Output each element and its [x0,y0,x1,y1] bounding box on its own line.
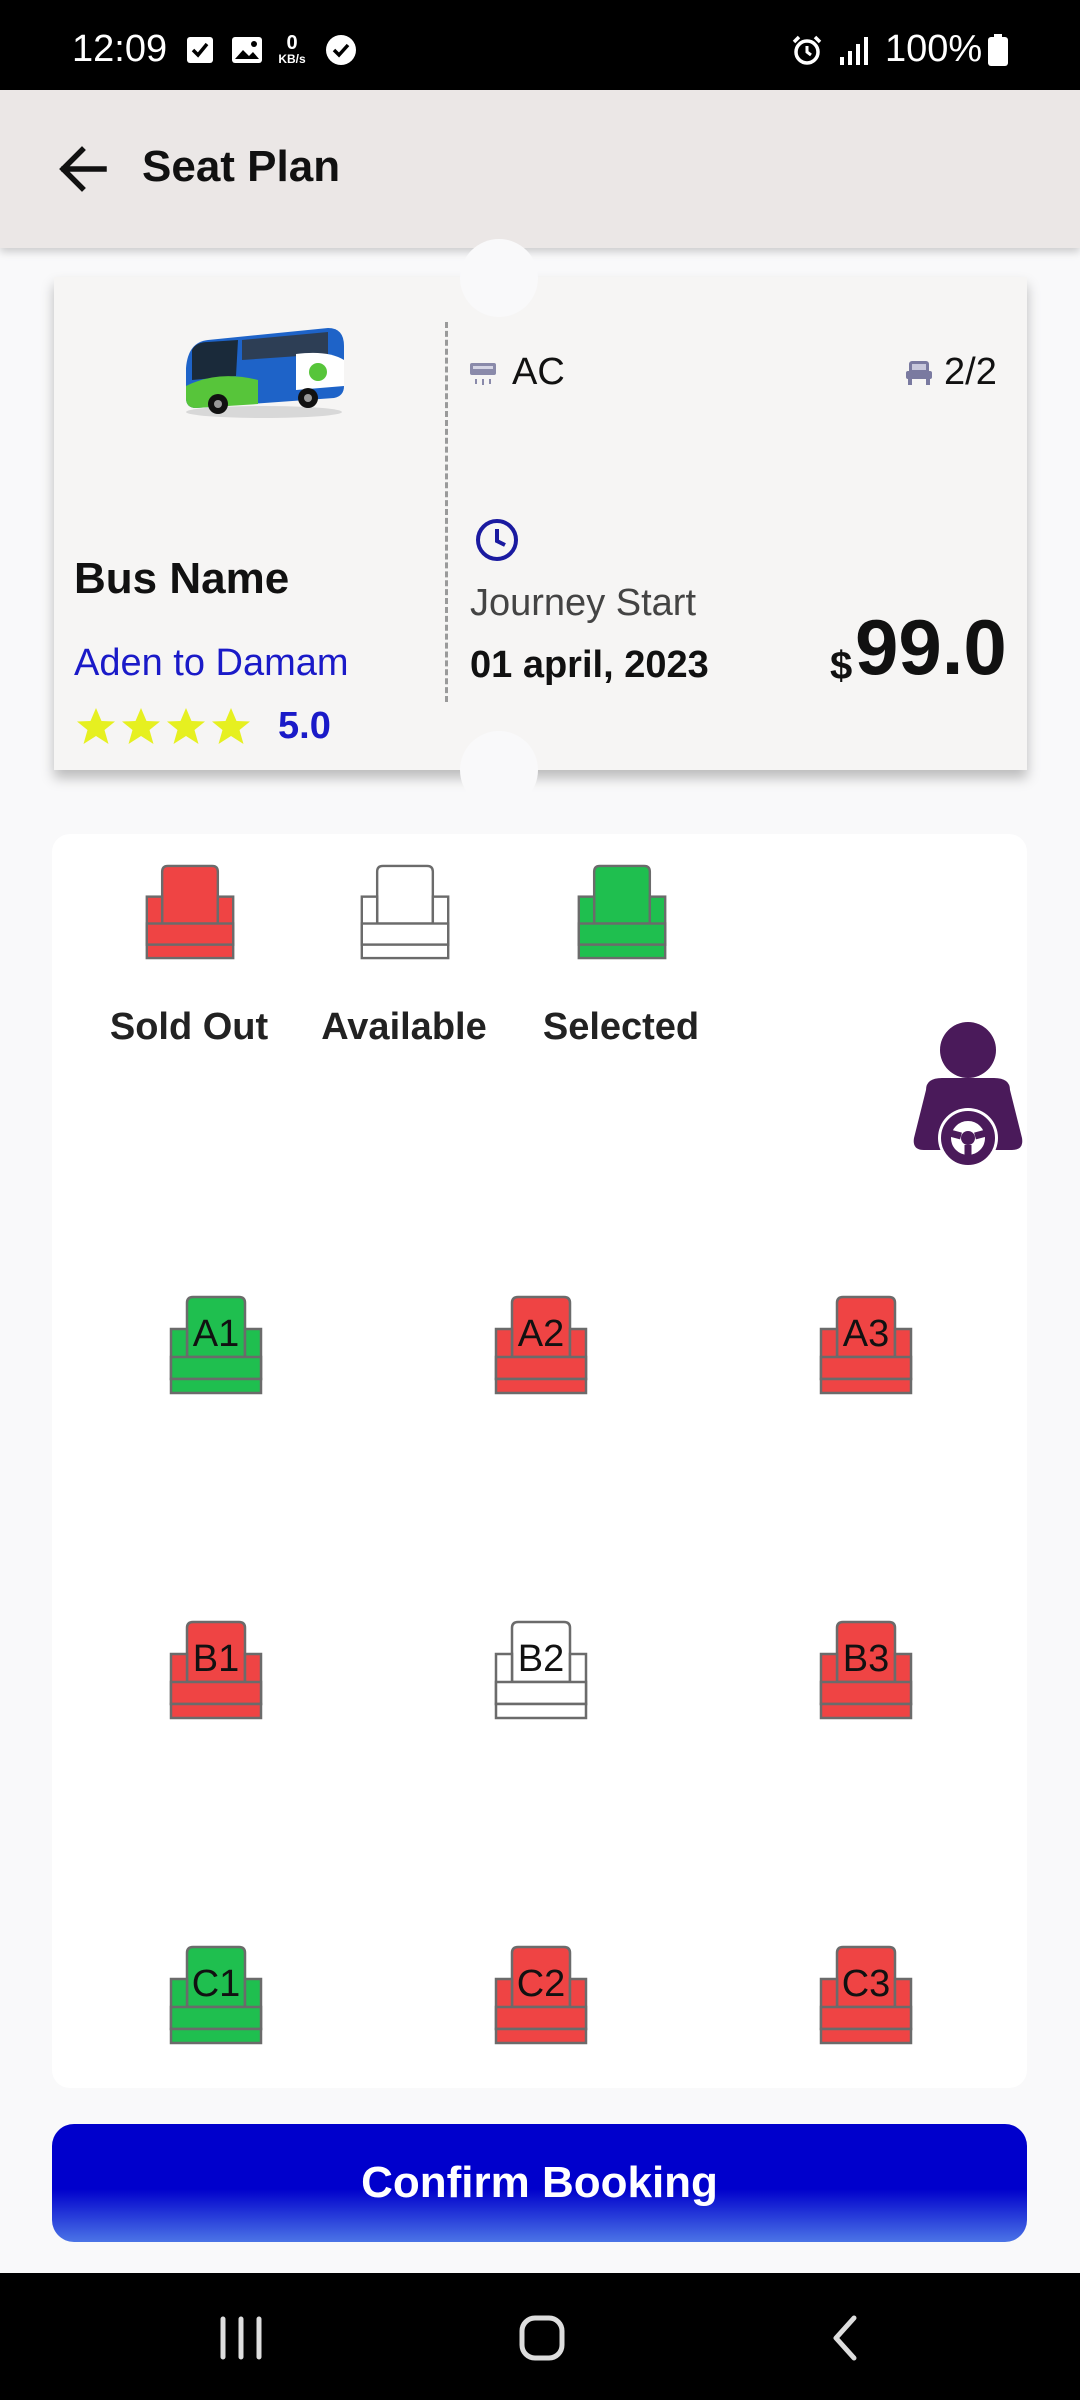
ac-label: AC [512,351,565,393]
legend-label: Available [321,1006,487,1048]
ticket-notch-bottom [460,731,538,809]
legend-available: Available [314,864,494,1048]
app-bar: Seat Plan [0,90,1080,248]
seat-label: B3 [842,1638,890,1680]
seat-b3[interactable]: B3 [819,1620,913,1720]
home-icon[interactable] [507,2303,577,2373]
seat-b1[interactable]: B1 [169,1620,263,1720]
net-speed-value: 0 [286,32,298,54]
ticket-notch-top [460,239,538,317]
seat-icon [906,361,932,385]
sold-out-seat-icon [145,864,235,960]
seats-count: 2/2 [944,351,997,393]
seat-label: C1 [191,1963,241,2005]
alarm-icon [792,35,822,65]
seat-a1[interactable]: A1 [169,1295,263,1395]
journey-start-label: Journey Start [470,582,696,624]
route-text: Aden to Damam [74,642,349,684]
seat-label: B1 [192,1638,240,1680]
seat-c1[interactable]: C1 [169,1945,263,2045]
star-icon [77,708,115,744]
rating-value: 5.0 [278,705,331,747]
price-currency: $ [830,644,853,688]
seat-a3[interactable]: A3 [819,1295,913,1395]
seat-label: A1 [192,1313,240,1355]
status-time: 12:09 [72,28,168,70]
system-nav-bar [0,2273,1080,2400]
recent-apps-icon[interactable] [206,2303,276,2373]
driver-icon [913,1022,1023,1168]
rating-stars [74,705,254,751]
checkbox-notification-icon [187,37,213,63]
page-title: Seat Plan [142,142,341,191]
gallery-icon [232,37,262,63]
legend-label: Selected [542,1006,700,1048]
battery-icon [988,34,1008,66]
arrow-back-icon[interactable] [50,134,120,204]
seat-label: A2 [517,1313,565,1355]
seat-c2[interactable]: C2 [494,1945,588,2045]
price-value: 99.0 [855,603,1007,691]
bus-name: Bus Name [74,554,290,603]
legend-selected: Selected [531,864,711,1048]
seat-a2[interactable]: A2 [494,1295,588,1395]
star-icon [122,708,160,744]
seat-label: C3 [841,1963,891,2005]
available-seat-icon [360,864,450,960]
star-icon [212,708,250,744]
bus-ticket-card: Bus Name Aden to Damam 5.0 AC 2/2 Journe… [54,239,1027,809]
clock-icon [476,519,518,561]
legend-sold-out: Sold Out [99,864,279,1048]
seat-b2[interactable]: B2 [494,1620,588,1720]
bus-image [186,328,344,418]
back-icon[interactable] [810,2303,880,2373]
seat-label: C2 [516,1963,566,2005]
star-icon [167,708,205,744]
ac-icon [470,363,496,385]
signal-icon [840,37,868,65]
selected-seat-icon [577,864,667,960]
journey-date: 01 april, 2023 [470,644,709,686]
check-circle-icon [326,35,356,65]
status-bar: 12:09 0 KB/s 100% [0,0,1080,90]
confirm-booking-button[interactable]: Confirm Booking [52,2124,1027,2242]
legend-label: Sold Out [109,1006,269,1048]
net-speed-unit: KB/s [278,52,306,66]
ticket-divider [445,322,448,702]
network-speed-icon: 0 KB/s [272,33,312,67]
seat-map-panel: Sold Out Available Selected A1 A2 A3 B1 B2 B3… [52,834,1027,2088]
seat-label: B2 [517,1638,565,1680]
battery-percent: 100% [885,28,983,70]
seat-label: A3 [842,1313,890,1355]
seat-c3[interactable]: C3 [819,1945,913,2045]
